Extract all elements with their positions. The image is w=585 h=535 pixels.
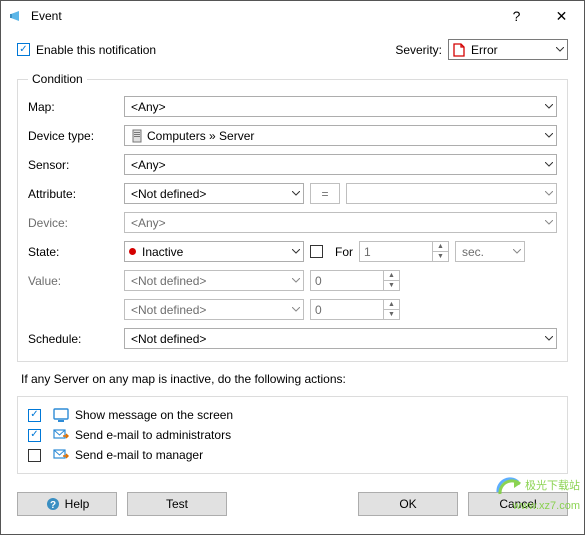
value-op-select[interactable]: <Not defined> — [124, 270, 304, 291]
spinner-down-icon: ▼ — [433, 252, 448, 261]
server-icon — [129, 128, 145, 144]
chevron-down-icon — [545, 220, 553, 226]
spinner-up-icon: ▲ — [433, 242, 448, 252]
action-label: Send e-mail to manager — [75, 448, 203, 462]
help-button[interactable]: ? Help — [17, 492, 117, 516]
value-number-input[interactable]: 0 ▲▼ — [310, 270, 400, 291]
cancel-button[interactable]: Cancel — [468, 492, 568, 516]
svg-text:?: ? — [50, 500, 56, 511]
ok-button[interactable]: OK — [358, 492, 458, 516]
chevron-down-icon — [545, 336, 553, 342]
actions-list: Show message on the screen Send e-mail t… — [17, 396, 568, 474]
severity-label: Severity: — [395, 43, 442, 57]
action-checkbox[interactable] — [28, 449, 41, 462]
titlebar: Event ? ✕ — [1, 1, 584, 31]
titlebar-close-button[interactable]: ✕ — [539, 1, 584, 31]
sensor-select[interactable]: <Any> — [124, 154, 557, 175]
enable-notification-label: Enable this notification — [36, 43, 156, 57]
state-label: State: — [28, 245, 118, 259]
map-label: Map: — [28, 100, 118, 114]
state-select[interactable]: Inactive — [124, 241, 304, 262]
titlebar-help-button[interactable]: ? — [494, 1, 539, 31]
email-manager-icon — [53, 447, 69, 463]
chevron-down-icon — [513, 249, 521, 255]
action-row[interactable]: Send e-mail to administrators — [28, 425, 557, 445]
value2-op-select[interactable]: <Not defined> — [124, 299, 304, 320]
help-icon: ? — [45, 496, 61, 512]
action-label: Send e-mail to administrators — [75, 428, 231, 442]
error-icon — [453, 43, 465, 57]
condition-legend: Condition — [28, 72, 87, 86]
severity-select[interactable]: Error — [448, 39, 568, 60]
schedule-label: Schedule: — [28, 332, 118, 346]
for-checkbox[interactable] — [310, 245, 323, 258]
sensor-label: Sensor: — [28, 158, 118, 172]
chevron-down-icon — [292, 307, 300, 313]
device-type-label: Device type: — [28, 129, 118, 143]
value2-number-input[interactable]: 0 ▲▼ — [310, 299, 400, 320]
chevron-down-icon — [556, 47, 564, 53]
test-button[interactable]: Test — [127, 492, 227, 516]
email-admin-icon — [53, 427, 69, 443]
for-unit-select[interactable]: sec. — [455, 241, 525, 262]
schedule-select[interactable]: <Not defined> — [124, 328, 557, 349]
chevron-down-icon — [545, 162, 553, 168]
action-row[interactable]: Send e-mail to manager — [28, 445, 557, 465]
device-type-select[interactable]: Computers » Server — [124, 125, 557, 146]
megaphone-icon — [9, 8, 25, 24]
attribute-operator: = — [310, 183, 340, 204]
condition-group: Condition Map: <Any> Device type: Comput… — [17, 72, 568, 362]
inactive-status-icon — [129, 248, 136, 255]
action-label: Show message on the screen — [75, 408, 233, 422]
value-label: Value: — [28, 274, 118, 288]
enable-notification-checkbox[interactable] — [17, 43, 30, 56]
chevron-down-icon — [292, 191, 300, 197]
attribute-select[interactable]: <Not defined> — [124, 183, 304, 204]
screen-message-icon — [53, 407, 69, 423]
action-row[interactable]: Show message on the screen — [28, 405, 557, 425]
chevron-down-icon — [292, 278, 300, 284]
action-checkbox[interactable] — [28, 409, 41, 422]
attribute-label: Attribute: — [28, 187, 118, 201]
for-label: For — [335, 245, 353, 259]
severity-value: Error — [469, 43, 563, 57]
window-title: Event — [31, 9, 62, 23]
chevron-down-icon — [292, 249, 300, 255]
attribute-value-select[interactable] — [346, 183, 557, 204]
chevron-down-icon — [545, 191, 553, 197]
action-checkbox[interactable] — [28, 429, 41, 442]
chevron-down-icon — [545, 133, 553, 139]
for-number-input[interactable]: 1 ▲▼ — [359, 241, 449, 262]
actions-description: If any Server on any map is inactive, do… — [21, 372, 568, 386]
chevron-down-icon — [545, 104, 553, 110]
device-select[interactable]: <Any> — [124, 212, 557, 233]
device-label: Device: — [28, 216, 118, 230]
map-select[interactable]: <Any> — [124, 96, 557, 117]
